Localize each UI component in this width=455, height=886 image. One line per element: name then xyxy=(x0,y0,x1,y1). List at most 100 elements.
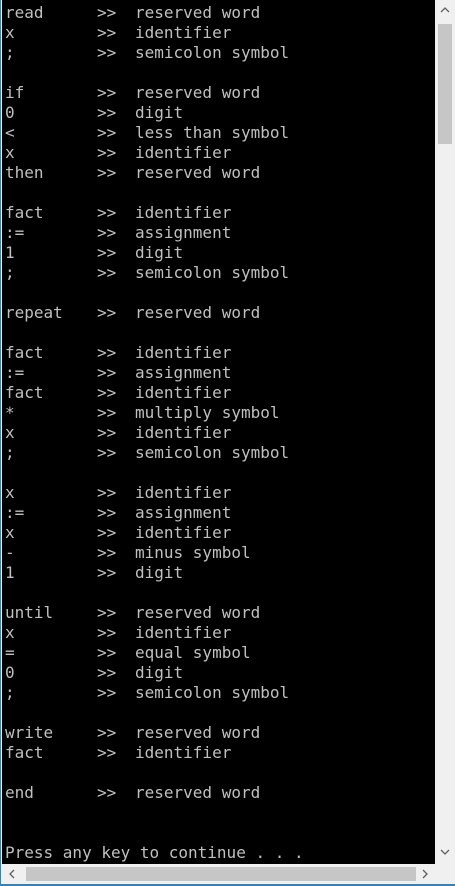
console-window: Press any key to continue . . . read >> re… xyxy=(0,0,455,886)
separator-text: >> xyxy=(97,623,117,642)
token-text: end xyxy=(5,783,34,802)
token-text: ; xyxy=(5,263,15,282)
separator-text: >> xyxy=(97,303,117,322)
separator-text: >> xyxy=(97,603,117,622)
separator-text: >> xyxy=(97,483,117,502)
token-text: 0 xyxy=(5,663,15,682)
token-type-text: reserved word xyxy=(135,603,261,622)
token-type-text: reserved word xyxy=(135,783,261,802)
token-text: if xyxy=(5,83,25,102)
token-type-text: identifier xyxy=(135,743,232,762)
token-text: until xyxy=(5,603,54,622)
token-text: read xyxy=(5,3,44,22)
separator-text: >> xyxy=(97,103,117,122)
console-output: Press any key to continue . . . read >> re… xyxy=(2,0,435,864)
chevron-up-icon xyxy=(440,7,450,13)
horizontal-scroll-thumb[interactable] xyxy=(26,867,416,881)
token-text: x xyxy=(5,143,15,162)
token-type-text: identifier xyxy=(135,23,232,42)
token-text: fact xyxy=(5,203,44,222)
token-type-text: semicolon symbol xyxy=(135,263,290,282)
vertical-scrollbar[interactable] xyxy=(435,0,455,864)
separator-text: >> xyxy=(97,563,117,582)
separator-text: >> xyxy=(97,23,117,42)
token-text: * xyxy=(5,403,15,422)
token-type-text: identifier xyxy=(135,523,232,542)
token-text: = xyxy=(5,643,15,662)
separator-text: >> xyxy=(97,663,117,682)
vertical-scroll-thumb[interactable] xyxy=(438,24,452,144)
token-text: - xyxy=(5,543,15,562)
token-type-text: reserved word xyxy=(135,303,261,322)
scroll-up-button[interactable] xyxy=(435,0,455,20)
token-type-text: multiply symbol xyxy=(135,403,280,422)
token-text: x xyxy=(5,423,15,442)
token-type-text: digit xyxy=(135,563,184,582)
separator-text: >> xyxy=(97,683,117,702)
token-text: := xyxy=(5,223,25,242)
token-text: ; xyxy=(5,443,15,462)
separator-text: >> xyxy=(97,3,117,22)
separator-text: >> xyxy=(97,163,117,182)
separator-text: >> xyxy=(97,523,117,542)
token-type-text: minus symbol xyxy=(135,543,251,562)
separator-text: >> xyxy=(97,503,117,522)
token-text: x xyxy=(5,23,15,42)
token-text: fact xyxy=(5,343,44,362)
separator-text: >> xyxy=(97,203,117,222)
token-type-text: assignment xyxy=(135,503,232,522)
separator-text: >> xyxy=(97,123,117,142)
token-text: := xyxy=(5,503,25,522)
horizontal-scrollbar[interactable] xyxy=(2,864,435,884)
token-text: ; xyxy=(5,43,15,62)
token-type-text: identifier xyxy=(135,483,232,502)
separator-text: >> xyxy=(97,383,117,402)
separator-text: >> xyxy=(97,643,117,662)
separator-text: >> xyxy=(97,723,117,742)
scroll-down-button[interactable] xyxy=(435,842,455,862)
token-text: x xyxy=(5,523,15,542)
token-type-text: reserved word xyxy=(135,3,261,22)
token-type-text: digit xyxy=(135,663,184,682)
separator-text: >> xyxy=(97,43,117,62)
separator-text: >> xyxy=(97,543,117,562)
scroll-left-button[interactable] xyxy=(2,864,22,884)
token-text: fact xyxy=(5,383,44,402)
token-type-text: semicolon symbol xyxy=(135,43,290,62)
token-type-text: identifier xyxy=(135,383,232,402)
token-text: := xyxy=(5,363,25,382)
token-text: 1 xyxy=(5,563,15,582)
token-text: fact xyxy=(5,743,44,762)
token-type-text: assignment xyxy=(135,363,232,382)
token-text: ; xyxy=(5,683,15,702)
token-type-text: reserved word xyxy=(135,163,261,182)
separator-text: >> xyxy=(97,143,117,162)
separator-text: >> xyxy=(97,403,117,422)
separator-text: >> xyxy=(97,783,117,802)
token-text: then xyxy=(5,163,44,182)
token-type-text: equal symbol xyxy=(135,643,251,662)
token-text: x xyxy=(5,483,15,502)
separator-text: >> xyxy=(97,343,117,362)
token-type-text: semicolon symbol xyxy=(135,443,290,462)
separator-text: >> xyxy=(97,243,117,262)
separator-text: >> xyxy=(97,363,117,382)
token-text: 1 xyxy=(5,243,15,262)
token-text: write xyxy=(5,723,54,742)
token-type-text: less than symbol xyxy=(135,123,290,142)
token-text: repeat xyxy=(5,303,63,322)
separator-text: >> xyxy=(97,223,117,242)
chevron-down-icon xyxy=(440,849,450,855)
continue-prompt: Press any key to continue . . . xyxy=(5,843,304,862)
token-type-text: reserved word xyxy=(135,83,261,102)
chevron-left-icon xyxy=(9,869,15,879)
token-type-text: identifier xyxy=(135,343,232,362)
token-type-text: digit xyxy=(135,243,184,262)
token-text: x xyxy=(5,623,15,642)
token-type-text: semicolon symbol xyxy=(135,683,290,702)
scroll-right-button[interactable] xyxy=(415,864,435,884)
token-type-text: assignment xyxy=(135,223,232,242)
token-text: < xyxy=(5,123,15,142)
token-text: 0 xyxy=(5,103,15,122)
token-type-text: identifier xyxy=(135,423,232,442)
